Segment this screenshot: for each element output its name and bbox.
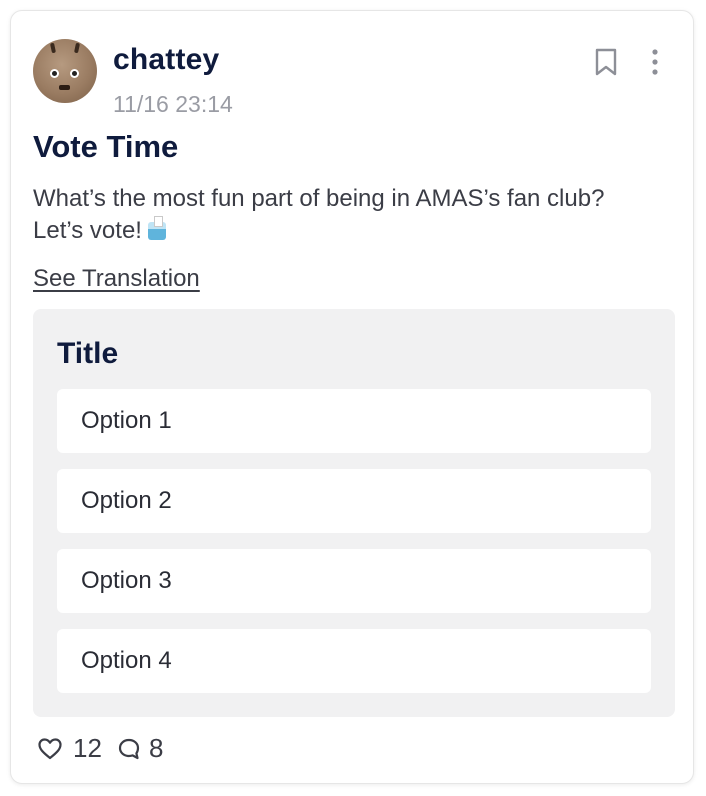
- comment-icon[interactable]: [117, 737, 141, 761]
- avatar-eye: [50, 69, 59, 78]
- avatar-eye: [70, 69, 79, 78]
- poll-option[interactable]: Option 1: [57, 389, 651, 453]
- avatar[interactable]: [33, 39, 97, 103]
- post-body-line-2: Let’s vote!: [33, 217, 142, 244]
- post-title: Vote Time: [33, 129, 179, 164]
- poll-option[interactable]: Option 3: [57, 549, 651, 613]
- post-body-line-1: What’s the most fun part of being in AMA…: [33, 185, 605, 212]
- poll: Title Option 1 Option 2 Option 3 Option …: [33, 309, 675, 717]
- post-timestamp: 11/16 23:14: [113, 91, 233, 117]
- heart-icon[interactable]: [37, 737, 63, 761]
- post-card: chattey 11/16 23:14 Vote Time What’s the…: [10, 10, 694, 784]
- more-vertical-icon[interactable]: [645, 47, 665, 77]
- poll-option[interactable]: Option 4: [57, 629, 651, 693]
- avatar-horn: [74, 42, 80, 54]
- avatar-horn: [50, 42, 56, 54]
- post-header: chattey 11/16 23:14: [33, 39, 673, 117]
- poll-option[interactable]: Option 2: [57, 469, 651, 533]
- avatar-mouth: [59, 85, 70, 90]
- post-body: What’s the most fun part of being in AMA…: [33, 183, 673, 247]
- poll-title: Title: [57, 337, 119, 370]
- like-count: 12: [73, 733, 102, 763]
- comment-count: 8: [149, 733, 164, 763]
- username[interactable]: chattey: [113, 43, 219, 77]
- ballot-box-icon: [147, 216, 166, 240]
- bookmark-icon[interactable]: [593, 47, 619, 77]
- post-footer: 12 8: [37, 733, 337, 767]
- see-translation-link[interactable]: See Translation: [33, 265, 200, 293]
